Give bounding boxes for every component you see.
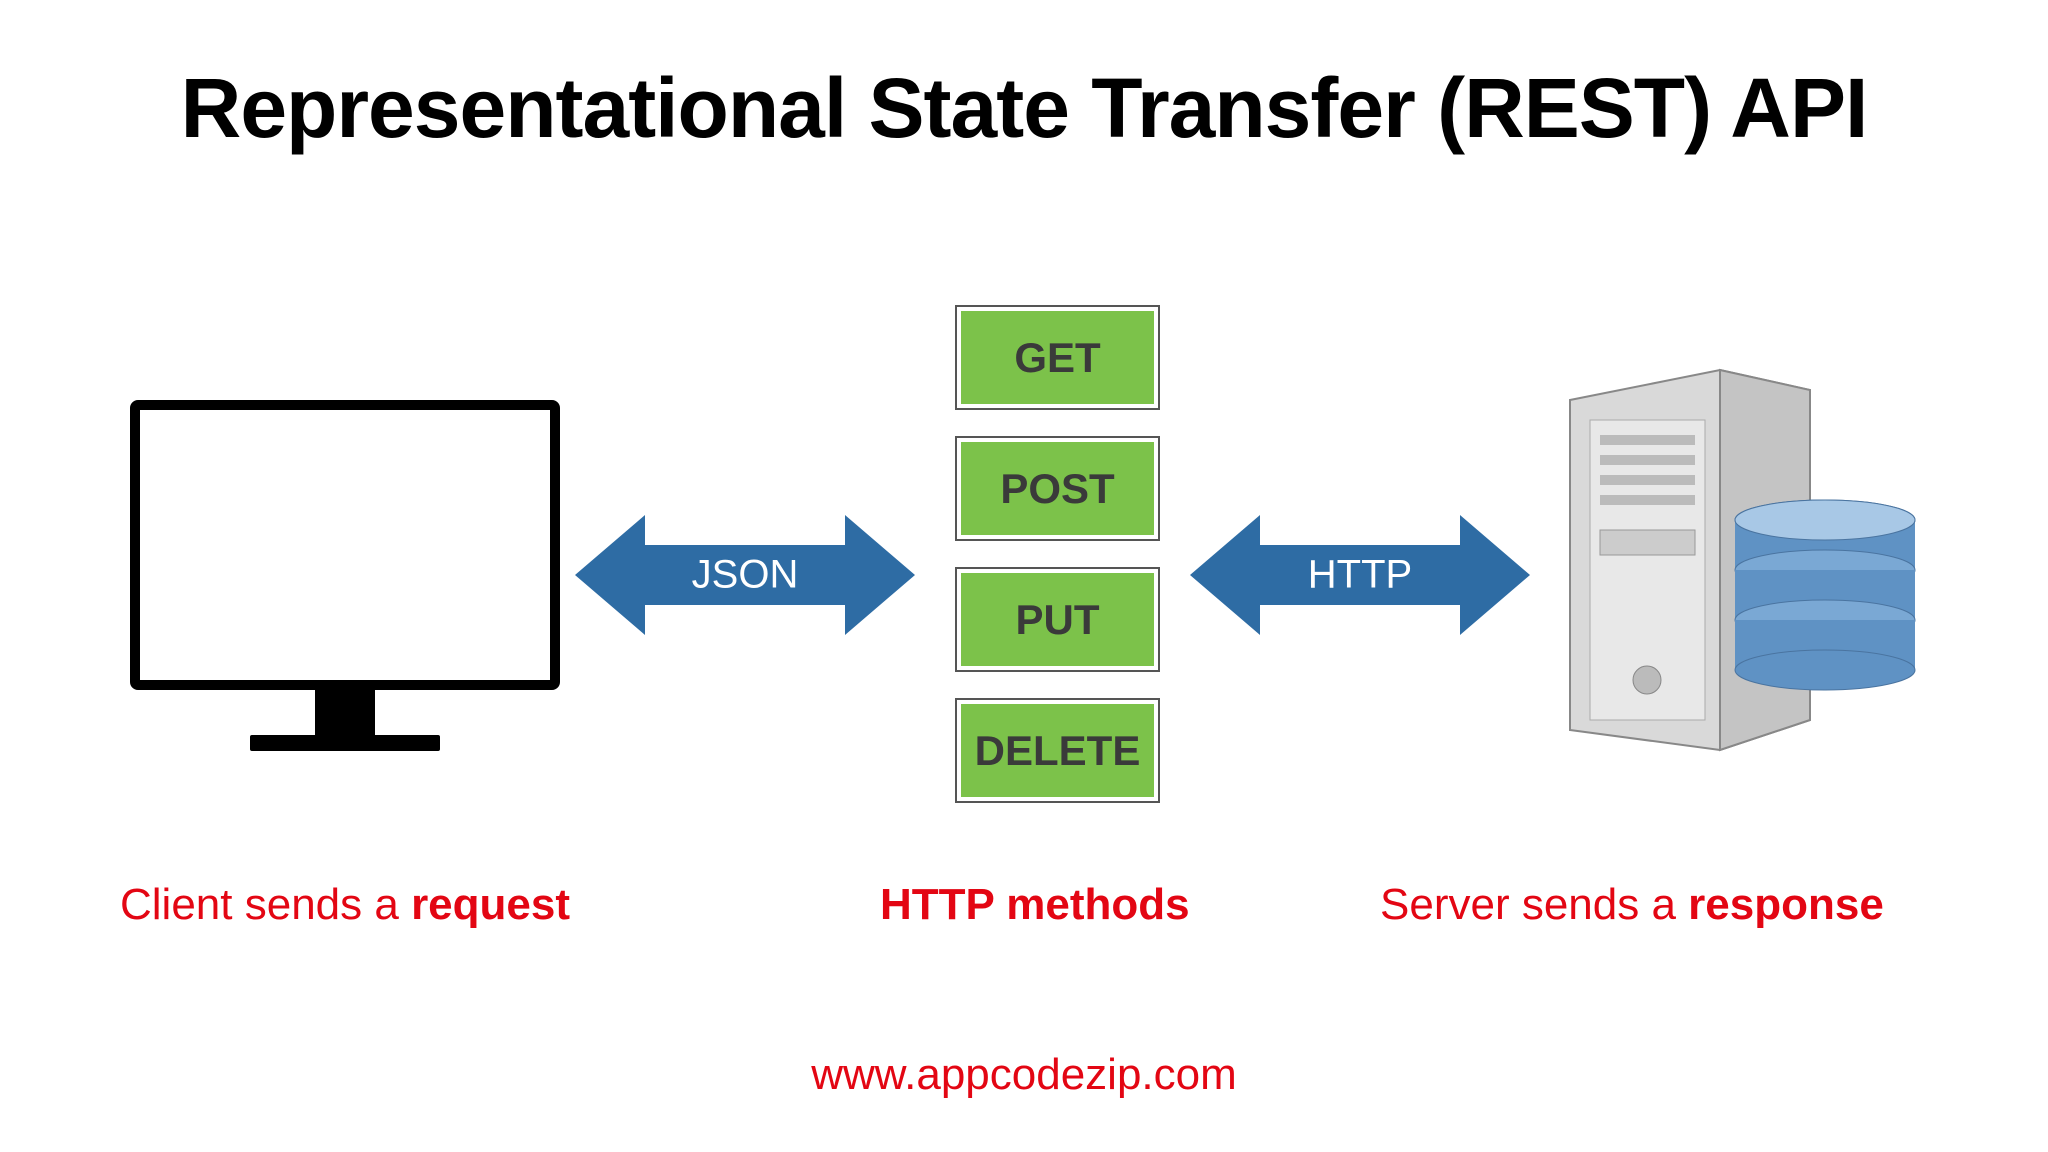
server-caption-prefix: Server sends a <box>1380 880 1688 929</box>
method-post: POST <box>955 436 1160 541</box>
server-caption: Server sends a response <box>1380 880 1884 930</box>
method-delete: DELETE <box>955 698 1160 803</box>
diagram-title: Representational State Transfer (REST) A… <box>0 60 2048 157</box>
http-methods-column: GET POST PUT DELETE <box>955 305 1160 803</box>
http-arrow-icon: HTTP <box>1190 510 1530 640</box>
method-get: GET <box>955 305 1160 410</box>
json-arrow-label: JSON <box>692 553 799 598</box>
json-arrow-icon: JSON <box>575 510 915 640</box>
client-caption-bold: request <box>411 880 570 929</box>
footer-url: www.appcodezip.com <box>0 1050 2048 1100</box>
client-caption: Client sends a request <box>120 880 570 930</box>
method-put: PUT <box>955 567 1160 672</box>
client-caption-prefix: Client sends a <box>120 880 411 929</box>
client-monitor-icon <box>130 400 560 751</box>
server-icon <box>1550 360 1920 765</box>
server-caption-bold: response <box>1688 880 1884 929</box>
methods-caption: HTTP methods <box>880 880 1190 930</box>
http-arrow-label: HTTP <box>1308 553 1412 598</box>
